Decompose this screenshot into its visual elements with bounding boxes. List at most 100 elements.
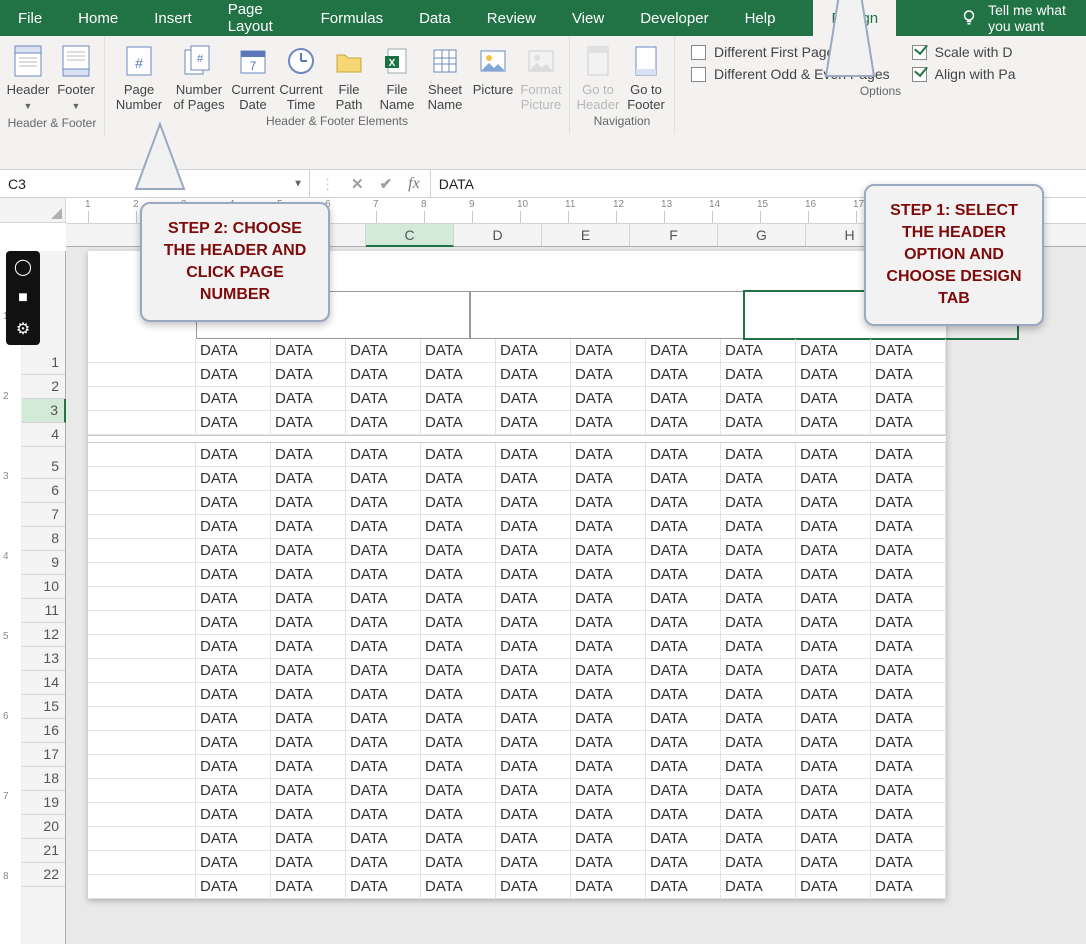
cell[interactable]: DATA [421, 563, 496, 587]
cell[interactable]: DATA [421, 803, 496, 827]
cell[interactable]: DATA [871, 363, 946, 387]
cell[interactable]: DATA [796, 515, 871, 539]
video-icon[interactable]: ■ [18, 289, 28, 307]
cell[interactable]: DATA [421, 827, 496, 851]
cell[interactable]: DATA [346, 827, 421, 851]
cell[interactable]: DATA [421, 707, 496, 731]
cell[interactable]: DATA [421, 387, 496, 411]
cell[interactable]: DATA [271, 851, 346, 875]
cell[interactable]: DATA [496, 587, 571, 611]
row-header[interactable]: 21 [22, 839, 65, 863]
cell[interactable]: DATA [496, 755, 571, 779]
cell[interactable]: DATA [646, 779, 721, 803]
cell[interactable]: DATA [646, 755, 721, 779]
cell[interactable]: DATA [346, 539, 421, 563]
tab-file[interactable]: File [0, 0, 60, 36]
cell[interactable]: DATA [346, 707, 421, 731]
cell[interactable]: DATA [346, 851, 421, 875]
cell[interactable]: DATA [196, 779, 271, 803]
tab-formulas[interactable]: Formulas [303, 0, 402, 36]
cell[interactable]: DATA [346, 611, 421, 635]
cell[interactable]: DATA [346, 779, 421, 803]
tell-me[interactable]: Tell me what you want [946, 0, 1086, 36]
cell[interactable]: DATA [571, 803, 646, 827]
cell[interactable]: DATA [571, 363, 646, 387]
cell[interactable]: DATA [346, 683, 421, 707]
cell[interactable]: DATA [421, 611, 496, 635]
cell[interactable]: DATA [646, 659, 721, 683]
cell[interactable]: DATA [421, 875, 496, 899]
cell[interactable]: DATA [196, 467, 271, 491]
cell[interactable]: DATA [796, 635, 871, 659]
cell[interactable]: DATA [721, 587, 796, 611]
cell[interactable]: DATA [421, 755, 496, 779]
cell[interactable]: DATA [796, 827, 871, 851]
cell[interactable]: DATA [271, 443, 346, 467]
cell[interactable]: DATA [646, 731, 721, 755]
cell[interactable]: DATA [796, 803, 871, 827]
cell[interactable]: DATA [496, 659, 571, 683]
cell[interactable]: DATA [796, 363, 871, 387]
cell[interactable]: DATA [571, 827, 646, 851]
tab-data[interactable]: Data [401, 0, 469, 36]
cell[interactable]: DATA [721, 387, 796, 411]
cell[interactable]: DATA [496, 851, 571, 875]
cell[interactable]: DATA [721, 755, 796, 779]
row-header[interactable]: 11 [22, 599, 65, 623]
gear-icon[interactable]: ⚙ [16, 319, 30, 339]
cell[interactable]: DATA [796, 683, 871, 707]
cell[interactable]: DATA [271, 563, 346, 587]
cell[interactable]: DATA [271, 803, 346, 827]
cell[interactable]: DATA [646, 827, 721, 851]
cell[interactable]: DATA [496, 491, 571, 515]
cell[interactable]: DATA [571, 563, 646, 587]
cell[interactable]: DATA [871, 827, 946, 851]
cell[interactable]: DATA [721, 563, 796, 587]
cell[interactable]: DATA [721, 363, 796, 387]
cell[interactable]: DATA [271, 387, 346, 411]
cell[interactable]: DATA [496, 411, 571, 435]
cell[interactable]: DATA [646, 587, 721, 611]
cell[interactable]: DATA [871, 875, 946, 899]
cell[interactable]: DATA [721, 851, 796, 875]
cell[interactable]: DATA [271, 611, 346, 635]
tab-developer[interactable]: Developer [622, 0, 726, 36]
cell[interactable]: DATA [796, 611, 871, 635]
cell[interactable]: DATA [721, 707, 796, 731]
cell[interactable]: DATA [271, 755, 346, 779]
cell[interactable]: DATA [346, 467, 421, 491]
cell[interactable]: DATA [196, 659, 271, 683]
cell[interactable]: DATA [871, 339, 946, 363]
cell[interactable]: DATA [271, 411, 346, 435]
row-header[interactable]: 1 [22, 351, 65, 375]
cell[interactable]: DATA [496, 363, 571, 387]
cell[interactable]: DATA [346, 587, 421, 611]
cell[interactable]: DATA [196, 387, 271, 411]
cell[interactable]: DATA [871, 755, 946, 779]
cell[interactable]: DATA [346, 387, 421, 411]
cell[interactable]: DATA [721, 467, 796, 491]
cell[interactable]: DATA [271, 875, 346, 899]
cell[interactable]: DATA [496, 339, 571, 363]
cell[interactable]: DATA [721, 731, 796, 755]
cell[interactable]: DATA [571, 779, 646, 803]
cancel-icon[interactable]: ✕ [351, 175, 364, 193]
num-pages-button[interactable]: # Number of Pages [169, 38, 229, 112]
tab-review[interactable]: Review [469, 0, 554, 36]
row-header[interactable]: 5 [22, 455, 65, 479]
cell[interactable]: DATA [646, 611, 721, 635]
cell[interactable]: DATA [796, 387, 871, 411]
cell[interactable]: DATA [571, 659, 646, 683]
cell[interactable]: DATA [796, 707, 871, 731]
cell[interactable]: DATA [721, 611, 796, 635]
cell[interactable]: DATA [871, 659, 946, 683]
cell[interactable]: DATA [196, 731, 271, 755]
cell[interactable]: DATA [196, 363, 271, 387]
row-header[interactable]: 22 [22, 863, 65, 887]
cell[interactable]: DATA [346, 755, 421, 779]
row-header[interactable]: 4 [22, 423, 65, 447]
cell[interactable]: DATA [646, 683, 721, 707]
cell[interactable]: DATA [571, 387, 646, 411]
current-date-button[interactable]: 7 Current Date [229, 38, 277, 112]
cell[interactable]: DATA [571, 539, 646, 563]
